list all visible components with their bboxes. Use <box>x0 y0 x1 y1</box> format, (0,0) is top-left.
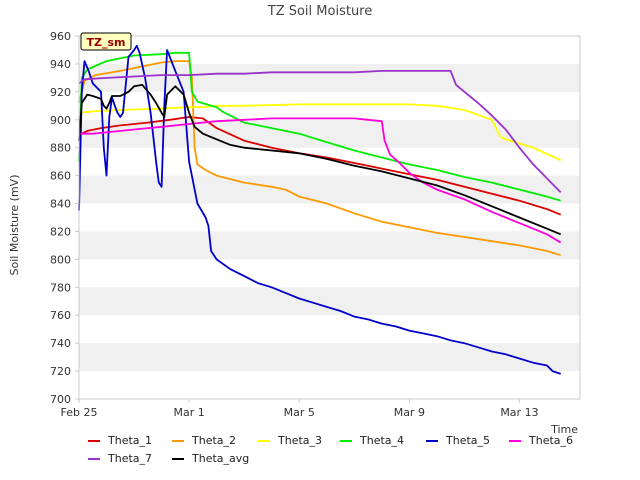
legend-label: Theta_4 <box>360 434 405 447</box>
y-tick-label: 760 <box>50 309 71 322</box>
x-tick-label: Mar 5 <box>284 406 315 419</box>
y-tick-label: 920 <box>50 86 71 99</box>
legend-label: Theta_1 <box>108 434 153 447</box>
legend-item-theta-7: Theta_7 <box>88 452 152 465</box>
legend-item-theta-avg: Theta_avg <box>172 452 249 465</box>
legend-swatch <box>172 457 184 460</box>
x-tick-label: Feb 25 <box>61 406 98 419</box>
grid-band <box>79 231 580 260</box>
legend-label: Theta_2 <box>192 434 237 447</box>
y-tick-label: 840 <box>50 198 71 211</box>
y-axis-label: Soil Moisture (mV) <box>8 175 21 276</box>
legend-swatch <box>340 439 352 442</box>
grid-band <box>79 63 580 92</box>
annotation-label: TZ_sm <box>87 36 126 49</box>
legend-label: Theta_7 <box>108 452 153 465</box>
legend-swatch <box>88 439 100 442</box>
y-tick-label: 700 <box>50 393 71 406</box>
legend-label: Theta_avg <box>192 452 250 465</box>
legend-item-theta-5: Theta_5 <box>426 434 490 447</box>
legend-swatch <box>509 439 521 442</box>
grid-band <box>79 287 580 316</box>
x-tick-label: Mar 1 <box>173 406 204 419</box>
legend-item-theta-4: Theta_4 <box>340 434 404 447</box>
legend-swatch <box>426 439 438 442</box>
y-tick-label: 860 <box>50 170 71 183</box>
y-tick-label: 800 <box>50 253 71 266</box>
y-tick-label: 820 <box>50 225 71 238</box>
legend-item-theta-2: Theta_2 <box>172 434 236 447</box>
y-tick-label: 940 <box>50 58 71 71</box>
annotation-box: TZ_sm <box>80 32 132 51</box>
legend-item-theta-1: Theta_1 <box>88 434 152 447</box>
y-tick-label: 960 <box>50 30 71 43</box>
legend-label: Theta_5 <box>446 434 491 447</box>
legend-swatch <box>172 439 184 442</box>
legend-item-theta-6: Theta_6 <box>509 434 573 447</box>
y-axis-ticks: 700 720 740 760 780 800 820 840 860 880 900 920 940 9… <box>50 30 79 406</box>
y-tick-label: 740 <box>50 337 71 350</box>
y-tick-label: 720 <box>50 365 71 378</box>
legend-label: Theta_3 <box>278 434 323 447</box>
legend-item-theta-3: Theta_3 <box>258 434 322 447</box>
legend-swatch <box>88 457 100 460</box>
chart-title: TZ Soil Moisture <box>267 4 373 19</box>
y-tick-label: 900 <box>50 114 71 127</box>
x-tick-label: Mar 13 <box>500 406 538 419</box>
y-tick-label: 880 <box>50 142 71 155</box>
grid-band <box>79 343 580 372</box>
x-tick-label: Mar 9 <box>394 406 425 419</box>
chart: 700 720 740 760 780 800 820 840 860 880 900 920 940 9… <box>8 4 581 436</box>
grid-band <box>79 175 580 204</box>
legend-swatch <box>258 439 270 442</box>
x-axis-ticks: Feb 25 Mar 1 Mar 5 Mar 9 Mar 13 <box>61 399 539 419</box>
y-tick-label: 780 <box>50 281 71 294</box>
legend-label: Theta_6 <box>529 434 574 447</box>
